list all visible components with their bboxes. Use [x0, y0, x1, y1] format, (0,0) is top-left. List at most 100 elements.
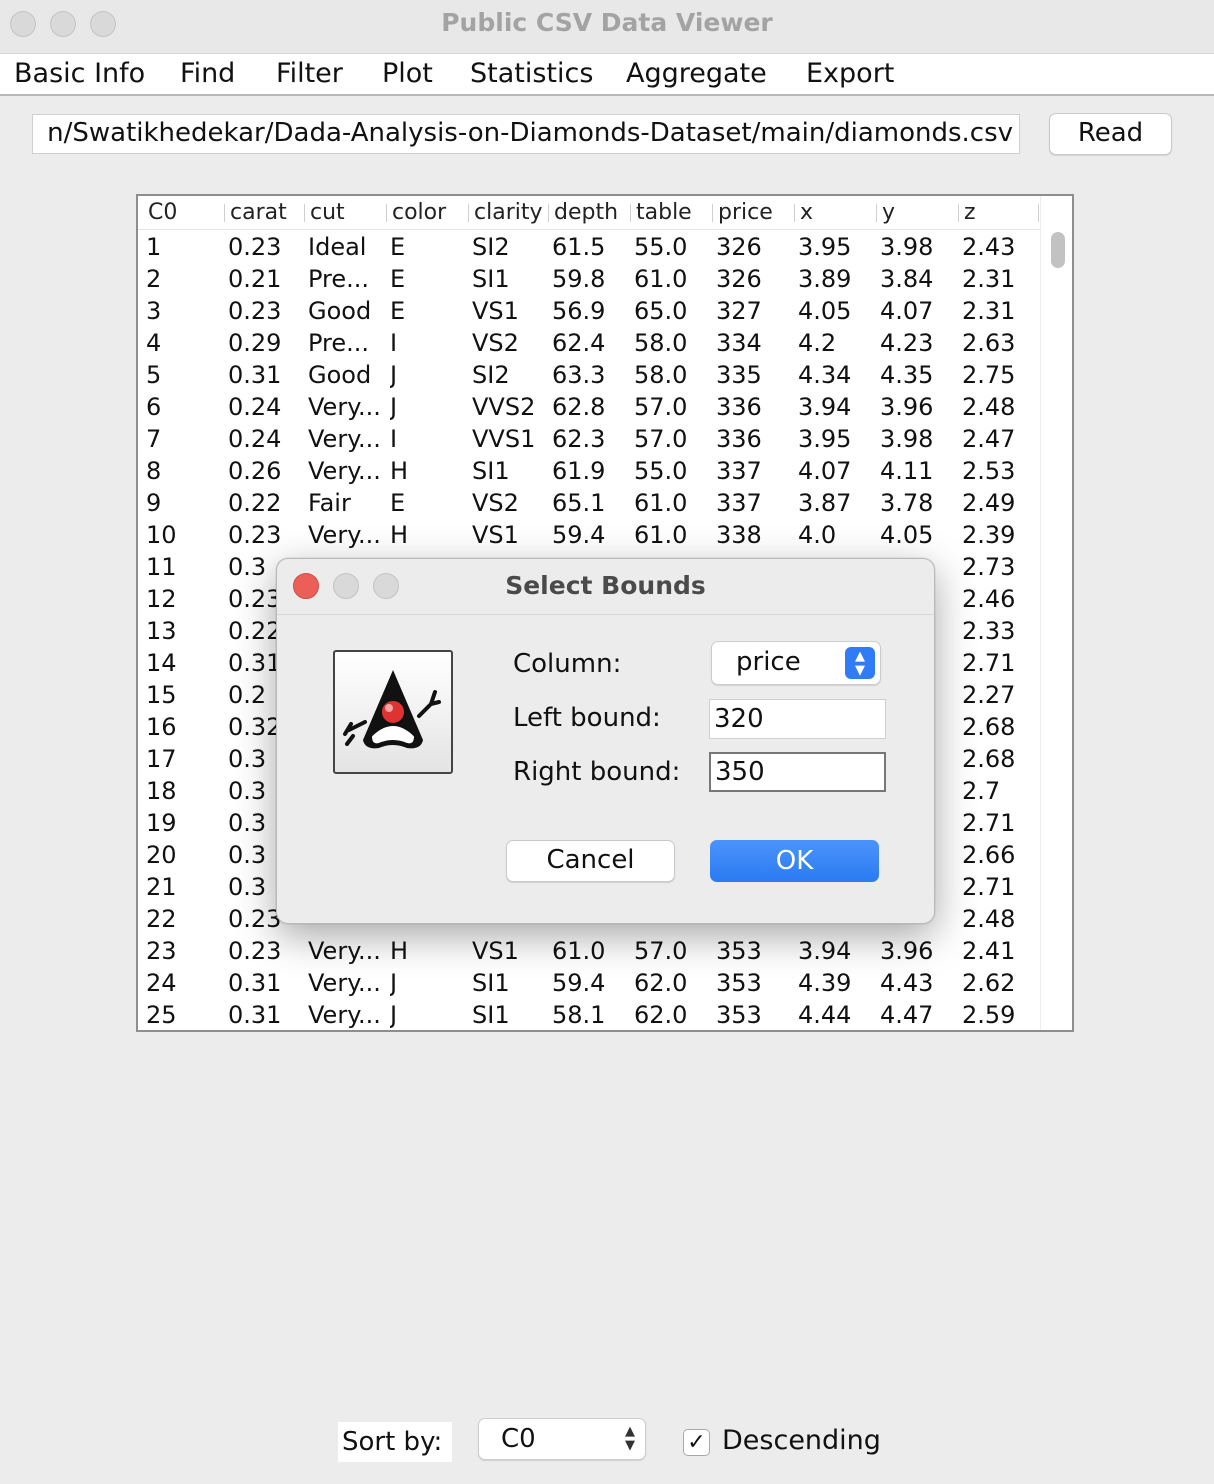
column-header-cut[interactable]: cut [310, 200, 345, 225]
column-header-table[interactable]: table [636, 200, 692, 225]
cell-price: 326 [716, 265, 762, 293]
menu-basic-info[interactable]: Basic Info [14, 58, 145, 89]
cell-carat: 0.23 [228, 521, 282, 549]
cell-cut: Pre... [308, 329, 370, 357]
table-row[interactable]: 7 0.24 Very... I VVS1 62.3 57.0 336 3.95 3.98 2.47 [138, 423, 1042, 455]
cell-price: 353 [716, 937, 762, 965]
right-bound-input[interactable] [709, 752, 886, 792]
cell-table: 61.0 [634, 489, 688, 517]
cell-y: 3.98 [880, 233, 934, 261]
cell-color: H [390, 457, 409, 485]
column-header-price[interactable]: price [718, 200, 773, 225]
cell-depth: 59.8 [552, 265, 606, 293]
cell-z: 2.41 [962, 937, 1016, 965]
table-row[interactable]: 5 0.31 Good J SI2 63.3 58.0 335 4.34 4.35 2.75 [138, 359, 1042, 391]
cell-z: 2.71 [962, 873, 1016, 901]
column-header-c0[interactable]: C0 [148, 200, 177, 225]
cell-clarity: VS1 [472, 521, 519, 549]
table-row[interactable]: 24 0.31 Very... J SI1 59.4 62.0 353 4.39 4.43 2.62 [138, 967, 1042, 999]
cell-carat: 0.24 [228, 393, 282, 421]
scrollbar-thumb[interactable] [1051, 232, 1065, 268]
cell-carat: 0.31 [228, 969, 282, 997]
menu-filter[interactable]: Filter [276, 58, 343, 89]
cell-z: 2.31 [962, 297, 1016, 325]
table-row[interactable]: 3 0.23 Good E VS1 56.9 65.0 327 4.05 4.07 2.31 [138, 295, 1042, 327]
column-header-clarity[interactable]: clarity [474, 200, 543, 225]
table-row[interactable]: 9 0.22 Fair E VS2 65.1 61.0 337 3.87 3.78 2.49 [138, 487, 1042, 519]
header-separator [548, 204, 549, 222]
column-header-z[interactable]: z [964, 200, 976, 225]
cell-price: 326 [716, 233, 762, 261]
cell-c0: 13 [146, 617, 177, 645]
column-header-carat[interactable]: carat [230, 200, 287, 225]
table-row[interactable]: 8 0.26 Very... H SI1 61.9 55.0 337 4.07 4.11 2.53 [138, 455, 1042, 487]
ok-button[interactable]: OK [710, 840, 879, 882]
url-input[interactable]: n/Swatikhedekar/Dada-Analysis-on-Diamond… [32, 114, 1020, 154]
cell-x: 4.39 [798, 969, 852, 997]
menu-plot[interactable]: Plot [382, 58, 433, 89]
cell-c0: 11 [146, 553, 177, 581]
left-bound-label: Left bound: [513, 703, 661, 733]
cell-clarity: SI1 [472, 1001, 510, 1029]
cell-x: 3.94 [798, 393, 852, 421]
cell-x: 3.95 [798, 233, 852, 261]
cell-c0: 21 [146, 873, 177, 901]
cell-cut: Very... [308, 393, 381, 421]
cell-color: J [390, 361, 398, 389]
menu-find[interactable]: Find [180, 58, 235, 89]
dialog-title: Select Bounds [505, 571, 706, 600]
cell-cut: Very... [308, 937, 381, 965]
table-row[interactable]: 2 0.21 Pre... E SI1 59.8 61.0 326 3.89 3.84 2.31 [138, 263, 1042, 295]
cell-carat: 0.29 [228, 329, 282, 357]
sort-by-value: C0 [501, 1424, 536, 1454]
cell-z: 2.47 [962, 425, 1016, 453]
cell-depth: 61.0 [552, 937, 606, 965]
table-row[interactable]: 10 0.23 Very... H VS1 59.4 61.0 338 4.0 4.05 2.39 [138, 519, 1042, 551]
cell-table: 61.0 [634, 265, 688, 293]
column-header-y[interactable]: y [882, 200, 895, 225]
column-header-x[interactable]: x [800, 200, 813, 225]
cell-x: 3.95 [798, 425, 852, 453]
menu-export[interactable]: Export [806, 58, 894, 89]
cell-color: I [390, 425, 398, 453]
table-row[interactable]: 23 0.23 Very... H VS1 61.0 57.0 353 3.94 3.96 2.41 [138, 935, 1042, 967]
table-scrollbar[interactable] [1040, 196, 1072, 1030]
column-select[interactable]: price ▲ ▼ [711, 641, 881, 685]
menu-aggregate[interactable]: Aggregate [626, 58, 767, 89]
cell-depth: 56.9 [552, 297, 606, 325]
column-header-depth[interactable]: depth [554, 200, 618, 225]
table-row[interactable]: 4 0.29 Pre... I VS2 62.4 58.0 334 4.2 4.23 2.63 [138, 327, 1042, 359]
table-row[interactable]: 6 0.24 Very... J VVS2 62.8 57.0 336 3.94 3.96 2.48 [138, 391, 1042, 423]
header-separator [712, 204, 713, 222]
menu-statistics[interactable]: Statistics [470, 58, 593, 89]
table-row[interactable]: 1 0.23 Ideal E SI2 61.5 55.0 326 3.95 3.98 2.43 [138, 231, 1042, 263]
cell-price: 327 [716, 297, 762, 325]
cell-carat: 0.26 [228, 457, 282, 485]
checkmark-icon: ✓ [687, 1430, 706, 1455]
cell-z: 2.31 [962, 265, 1016, 293]
left-bound-input[interactable] [709, 699, 886, 739]
cell-z: 2.48 [962, 393, 1016, 421]
cell-c0: 25 [146, 1001, 177, 1029]
cell-y: 4.43 [880, 969, 934, 997]
column-select-value: price [736, 647, 801, 677]
cell-x: 3.87 [798, 489, 852, 517]
read-button[interactable]: Read [1049, 113, 1172, 155]
cell-clarity: SI1 [472, 457, 510, 485]
table-header: C0 carat cut color clarity depth table price x y z [138, 196, 1042, 230]
cell-depth: 65.1 [552, 489, 606, 517]
cell-y: 3.96 [880, 393, 934, 421]
sort-by-select[interactable]: C0 ▲ ▼ [478, 1418, 646, 1460]
cell-z: 2.46 [962, 585, 1016, 613]
column-header-color[interactable]: color [392, 200, 446, 225]
cell-y: 4.11 [880, 457, 934, 485]
cell-cut: Very... [308, 425, 381, 453]
window-titlebar: Public CSV Data Viewer [0, 0, 1214, 54]
cell-table: 55.0 [634, 457, 688, 485]
cancel-button[interactable]: Cancel [506, 840, 675, 882]
descending-checkbox[interactable]: ✓ [683, 1429, 710, 1456]
cell-c0: 16 [146, 713, 177, 741]
url-text: n/Swatikhedekar/Dada-Analysis-on-Diamond… [47, 118, 1013, 148]
cell-z: 2.75 [962, 361, 1016, 389]
table-row[interactable]: 25 0.31 Very... J SI1 58.1 62.0 353 4.44 4.47 2.59 [138, 999, 1042, 1030]
